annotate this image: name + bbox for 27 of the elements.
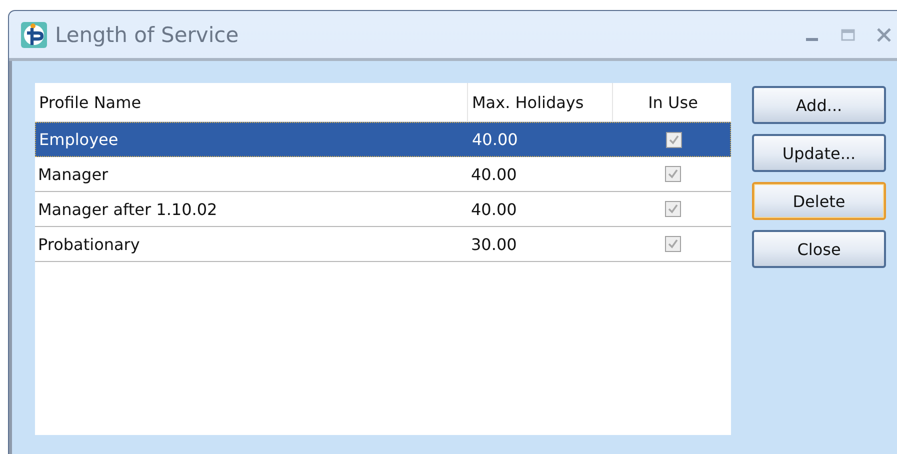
checkbox[interactable] [666, 132, 682, 148]
close-icon[interactable] [876, 28, 892, 42]
checkbox[interactable] [664, 166, 680, 182]
table-cell-text: Manager after 1.10.02 [37, 200, 218, 218]
table-cell-text: Probationary [37, 234, 141, 254]
maximize-icon[interactable] [840, 28, 856, 42]
table-cell-text: Manager [37, 164, 110, 184]
dialog-button[interactable]: Update... [752, 134, 886, 172]
table-row[interactable]: Probationary 30.00 [35, 227, 731, 262]
table-row[interactable]: Manager 40.00 [35, 157, 731, 192]
table-cell-text: 30.00 [470, 234, 518, 254]
column-header[interactable]: Profile Name [35, 83, 468, 121]
table-cell-text: Employee [38, 130, 120, 149]
dialog-button[interactable]: Delete [752, 182, 886, 220]
column-header[interactable]: Max. Holidays [468, 83, 613, 121]
checkbox[interactable] [664, 236, 680, 252]
checkbox[interactable] [664, 201, 680, 217]
window-title: Length of Service [55, 22, 239, 46]
table-cell-text: 40.00 [471, 130, 519, 149]
table-cell-text: 40.00 [470, 200, 518, 218]
app-logo-icon [21, 22, 47, 48]
table-row[interactable]: Employee 40.00 [35, 122, 731, 157]
dialog-button[interactable]: Close [752, 230, 886, 268]
table-row[interactable]: Manager after 1.10.02 40.00 [35, 192, 731, 227]
table-cell-text: 40.00 [470, 164, 518, 184]
column-header[interactable]: In Use [613, 83, 729, 121]
dialog-button[interactable]: Add... [752, 86, 886, 124]
